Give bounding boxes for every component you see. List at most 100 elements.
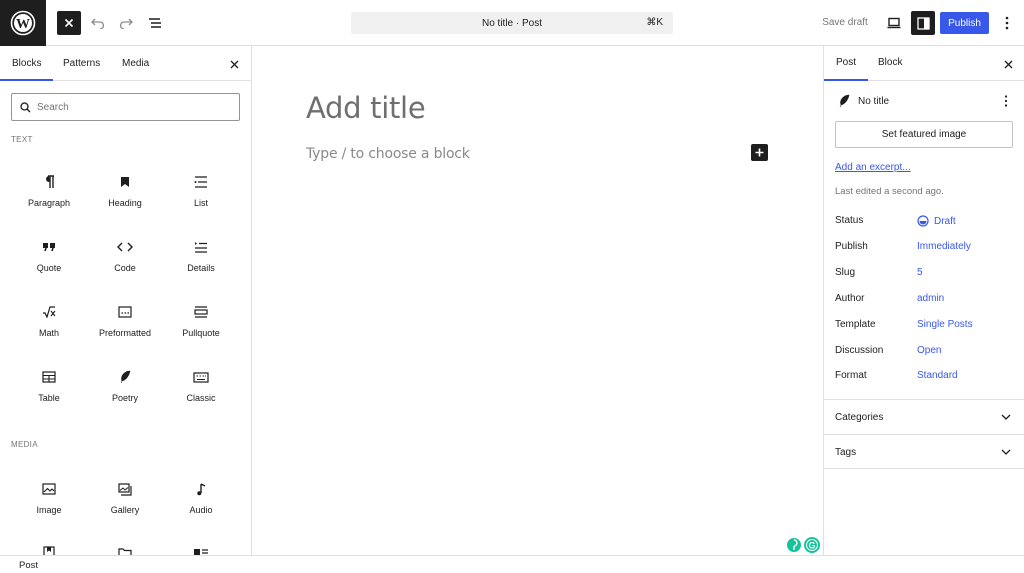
block-pullquote[interactable]: Pullquote	[163, 296, 239, 348]
document-overview-button[interactable]	[143, 11, 167, 35]
meta-row-slug: Slug 5	[835, 266, 1013, 282]
publish-button[interactable]: Publish	[940, 12, 989, 34]
block-math[interactable]: Math	[11, 296, 87, 348]
category-title-media: MEDIA	[11, 440, 38, 449]
meta-row-author: Author admin	[835, 292, 1013, 308]
meta-label: Status	[835, 215, 864, 226]
block-label: Quote	[36, 263, 62, 273]
block-label: Audio	[189, 505, 213, 515]
publish-date-button[interactable]: Immediately	[917, 241, 971, 252]
block-media-text[interactable]	[163, 537, 239, 555]
close-inserter-button[interactable]	[57, 11, 81, 35]
grammarly-icon: G	[787, 537, 820, 553]
media-text-icon	[191, 543, 211, 555]
save-draft-button[interactable]: Save draft	[813, 17, 877, 28]
list-icon	[191, 172, 211, 192]
block-audio[interactable]: Audio	[163, 473, 239, 525]
meta-label: Template	[835, 319, 876, 330]
details-icon	[191, 237, 211, 257]
block-heading[interactable]: Heading	[87, 166, 163, 218]
post-actions-button[interactable]	[998, 93, 1014, 109]
block-image[interactable]: Image	[11, 473, 87, 525]
close-inserter-panel-button[interactable]	[225, 55, 243, 73]
post-card-title: No title	[858, 95, 890, 107]
grammarly-widget[interactable]: G	[784, 535, 824, 555]
wordpress-logo-button[interactable]: W	[0, 0, 46, 46]
keyboard-icon	[191, 367, 211, 387]
quote-icon	[39, 237, 59, 257]
shortcut-hint: ⌘K	[646, 17, 663, 28]
svg-text:W: W	[16, 17, 30, 32]
block-classic[interactable]: Classic	[163, 361, 239, 413]
block-gallery[interactable]: Gallery	[87, 473, 163, 525]
close-settings-button[interactable]	[999, 55, 1017, 73]
block-table[interactable]: Table	[11, 361, 87, 413]
post-title-input[interactable]: Add title	[306, 91, 426, 125]
settings-tabs: Post Block	[824, 46, 1024, 81]
meta-row-discussion: Discussion Open	[835, 344, 1013, 360]
command-palette-bar[interactable]: No title · Post ⌘K	[351, 12, 673, 34]
panel-title: Categories	[835, 412, 884, 423]
breadcrumb-post[interactable]: Post	[19, 560, 38, 571]
status-value-button[interactable]: Draft	[917, 215, 956, 227]
tags-panel-toggle[interactable]: Tags	[824, 434, 1024, 469]
block-search-input[interactable]	[37, 101, 227, 113]
block-cover[interactable]	[11, 537, 87, 555]
format-button[interactable]: Standard	[917, 370, 958, 381]
block-inserter-panel: Blocks Patterns Media TEXT Paragraph Hea…	[0, 46, 252, 555]
settings-toggle-button[interactable]	[911, 11, 935, 35]
inserter-tabs: Blocks Patterns Media	[0, 46, 251, 81]
close-icon	[64, 18, 74, 28]
undo-button[interactable]	[86, 11, 110, 35]
undo-icon	[91, 18, 105, 29]
block-breadcrumb-bar: Post	[0, 555, 1024, 573]
preview-button[interactable]	[882, 11, 906, 35]
tab-media[interactable]: Media	[122, 58, 149, 69]
default-block-appender[interactable]: Type / to choose a block	[306, 146, 470, 162]
meta-row-format: Format Standard	[835, 369, 1013, 385]
tab-patterns[interactable]: Patterns	[63, 58, 100, 69]
draft-status-icon	[917, 215, 929, 227]
meta-label: Slug	[835, 267, 856, 278]
meta-value: Draft	[934, 215, 956, 227]
image-icon	[39, 479, 59, 499]
post-card: No title	[838, 91, 1014, 111]
block-label: Paragraph	[27, 198, 71, 208]
block-preformatted[interactable]: Preformatted	[87, 296, 163, 348]
pullquote-icon	[191, 302, 211, 322]
block-paragraph[interactable]: Paragraph	[11, 166, 87, 218]
close-icon	[1004, 60, 1012, 68]
block-file[interactable]	[87, 537, 163, 555]
set-featured-image-button[interactable]: Set featured image	[835, 121, 1013, 148]
tab-blocks[interactable]: Blocks	[0, 58, 55, 81]
block-label: Heading	[108, 198, 142, 208]
tab-post[interactable]: Post	[824, 57, 869, 81]
block-search-field[interactable]	[11, 93, 240, 121]
add-block-button[interactable]	[751, 144, 768, 161]
template-button[interactable]: Single Posts	[917, 319, 973, 330]
meta-row-status: Status Draft	[835, 214, 1013, 230]
redo-button[interactable]	[114, 11, 138, 35]
block-code[interactable]: Code	[87, 231, 163, 283]
discussion-button[interactable]: Open	[917, 345, 941, 356]
block-details[interactable]: Details	[163, 231, 239, 283]
feather-icon	[115, 367, 135, 387]
author-button[interactable]: admin	[917, 293, 944, 304]
block-label: Details	[187, 263, 215, 273]
plus-icon	[755, 148, 764, 157]
tab-block[interactable]: Block	[878, 57, 902, 68]
slug-button[interactable]: 5	[917, 267, 923, 278]
folder-icon	[115, 543, 135, 555]
chevron-down-icon	[999, 410, 1013, 424]
block-poetry[interactable]: Poetry	[87, 361, 163, 413]
categories-panel-toggle[interactable]: Categories	[824, 399, 1024, 434]
options-menu-button[interactable]	[995, 11, 1019, 35]
block-quote[interactable]: Quote	[11, 231, 87, 283]
block-label: Preformatted	[98, 328, 152, 338]
wordpress-icon: W	[10, 10, 36, 36]
meta-row-publish: Publish Immediately	[835, 240, 1013, 256]
block-list[interactable]: List	[163, 166, 239, 218]
block-label: Math	[38, 328, 59, 338]
document-title: No title · Post	[481, 17, 543, 29]
add-excerpt-link[interactable]: Add an excerpt...	[835, 162, 911, 173]
